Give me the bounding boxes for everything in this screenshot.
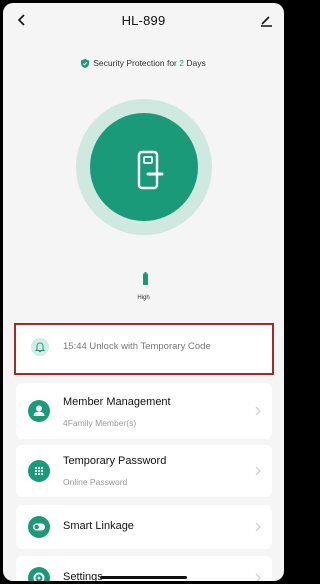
menu-subtitle: 4Family Member(s) (63, 418, 137, 428)
person-icon (33, 405, 45, 416)
edit-button[interactable] (258, 12, 274, 28)
menu-smart-linkage[interactable]: Smart Linkage (16, 505, 272, 549)
menu-subtitle: Online Password (63, 477, 128, 487)
edit-icon (261, 16, 272, 27)
phone-frame: HL-899 Security Protection for 2 Days Hi… (0, 0, 287, 584)
security-prefix: Security Protection for (93, 58, 180, 68)
menu-title: Member Management (63, 396, 171, 408)
top-bar: HL-899 (3, 3, 284, 37)
last-event-text: 15:44 Unlock with Temporary Code (63, 341, 211, 352)
menu-title: Settings (63, 571, 103, 581)
password-icon-badge (28, 460, 50, 482)
menu-title: Temporary Password (63, 455, 167, 467)
door-lock-icon (137, 150, 164, 190)
bell-icon (31, 338, 49, 356)
menu-title: Smart Linkage (63, 520, 134, 532)
chevron-right-icon (255, 573, 261, 581)
menu-temporary-password[interactable]: Temporary Password Online Password (16, 445, 272, 497)
toggle-icon (33, 523, 45, 531)
security-suffix: Days (183, 58, 206, 68)
chevron-right-icon (255, 466, 261, 476)
member-icon-badge (28, 400, 50, 422)
home-indicator[interactable] (100, 576, 187, 579)
last-event-row[interactable]: 15:44 Unlock with Temporary Code (16, 325, 272, 373)
chevron-right-icon (255, 406, 261, 416)
security-status: Security Protection for 2 Days (3, 58, 284, 68)
chevron-right-icon (255, 522, 261, 532)
battery-level-label: High (137, 295, 150, 301)
battery-icon (143, 272, 148, 285)
screen: HL-899 Security Protection for 2 Days Hi… (3, 3, 284, 581)
linkage-icon-badge (28, 516, 50, 538)
shield-check-icon (81, 59, 90, 68)
gear-icon (33, 572, 45, 581)
settings-icon-badge (28, 567, 50, 581)
keypad-icon (34, 466, 44, 476)
menu-member-management[interactable]: Member Management 4Family Member(s) (16, 383, 272, 439)
device-title: HL-899 (121, 13, 166, 28)
